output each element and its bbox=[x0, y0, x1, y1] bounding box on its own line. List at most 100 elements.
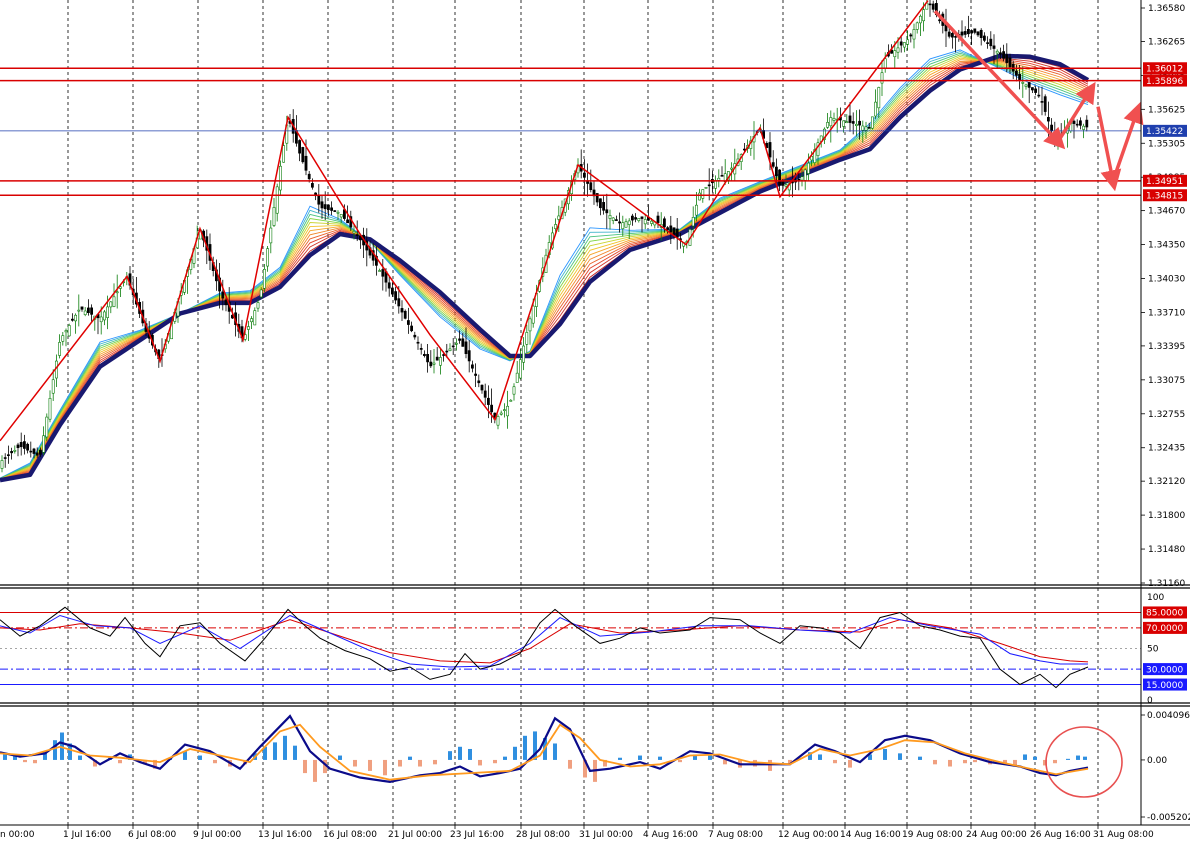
candle-body bbox=[394, 291, 398, 301]
time-tick-label: 1 Jul 16:00 bbox=[63, 830, 112, 840]
candle-body bbox=[893, 50, 897, 58]
candle-body bbox=[458, 338, 462, 341]
price-tick-label: 1.32435 bbox=[1148, 444, 1185, 454]
candle-body bbox=[99, 316, 103, 323]
candle-body bbox=[1075, 123, 1079, 126]
macd-histogram-bar bbox=[398, 759, 402, 767]
candle-body bbox=[0, 460, 4, 469]
candle-body bbox=[842, 120, 846, 127]
candle-body bbox=[109, 301, 113, 308]
candle-body bbox=[768, 142, 772, 158]
candle-body bbox=[381, 269, 385, 277]
candle-body bbox=[918, 15, 922, 24]
forex-chart[interactable]: 1.365801.362651.359451.356251.353051.349… bbox=[0, 0, 1190, 842]
candle-body bbox=[67, 325, 71, 337]
candle-body bbox=[422, 353, 426, 356]
candle-body bbox=[247, 326, 250, 330]
price-tick-label: 1.34030 bbox=[1148, 275, 1185, 285]
candle-body bbox=[390, 287, 394, 295]
candle-body bbox=[250, 318, 254, 323]
candle-body bbox=[410, 325, 414, 332]
candle-body bbox=[90, 307, 94, 315]
macd-histogram-bar bbox=[418, 759, 422, 767]
candle-body bbox=[598, 198, 602, 209]
candle-body bbox=[1005, 54, 1009, 63]
candle-body bbox=[522, 345, 526, 363]
candle-body bbox=[720, 175, 724, 177]
candle-body bbox=[662, 218, 666, 228]
price-tick-label: 1.32120 bbox=[1148, 477, 1185, 487]
candle-body bbox=[963, 31, 967, 35]
candle-body bbox=[717, 177, 721, 181]
candle-body bbox=[298, 140, 302, 154]
candle-body bbox=[992, 45, 996, 49]
stoch-level-tag-label: 85.0000 bbox=[1146, 609, 1183, 619]
candle-body bbox=[275, 186, 279, 214]
macd-tick-label: 0.00 bbox=[1147, 756, 1167, 766]
macd-histogram-bar bbox=[898, 753, 902, 760]
candle-body bbox=[339, 214, 343, 218]
candle-body bbox=[656, 215, 660, 224]
candle-body bbox=[262, 268, 266, 289]
candle-body bbox=[35, 452, 39, 456]
candle-body bbox=[282, 145, 286, 163]
candle-body bbox=[518, 359, 522, 379]
candle-body bbox=[1047, 117, 1050, 122]
macd-histogram-bar bbox=[1066, 758, 1070, 760]
candle-body bbox=[74, 314, 78, 322]
candle-body bbox=[45, 416, 49, 438]
candle-body bbox=[614, 219, 618, 221]
candle-body bbox=[669, 225, 673, 233]
macd-histogram-bar bbox=[23, 759, 27, 763]
stoch-tick-label: 50 bbox=[1147, 645, 1159, 655]
macd-histogram-bar bbox=[338, 755, 342, 760]
macd-histogram-bar bbox=[273, 742, 277, 760]
macd-histogram-bar bbox=[1033, 756, 1037, 760]
candle-body bbox=[1018, 73, 1022, 80]
candle-body bbox=[1002, 51, 1006, 59]
macd-histogram-bar bbox=[708, 755, 712, 760]
candle-body bbox=[317, 195, 321, 205]
candle-body bbox=[650, 220, 654, 224]
time-tick-label: 9 Jul 00:00 bbox=[193, 830, 242, 840]
candle-body bbox=[621, 222, 625, 230]
candle-body bbox=[832, 118, 836, 121]
candle-body bbox=[966, 29, 970, 35]
candle-body bbox=[870, 116, 874, 129]
candle-body bbox=[979, 29, 983, 38]
candle-body bbox=[557, 215, 561, 220]
candle-body bbox=[1034, 88, 1038, 93]
candle-body bbox=[643, 219, 647, 225]
candle-body bbox=[1072, 120, 1076, 124]
candle-body bbox=[774, 166, 778, 177]
time-tick-label: 13 Jul 16:00 bbox=[258, 830, 312, 840]
candle-body bbox=[103, 311, 106, 321]
candle-body bbox=[259, 289, 263, 298]
candle-body bbox=[419, 348, 423, 350]
candle-body bbox=[1021, 82, 1025, 84]
candle-body bbox=[438, 357, 442, 366]
price-level-tag-label: 1.36012 bbox=[1146, 64, 1183, 74]
candle-body bbox=[605, 209, 609, 214]
candle-body bbox=[301, 147, 305, 163]
candle-body bbox=[858, 120, 862, 126]
candle-body bbox=[915, 22, 919, 30]
candle-body bbox=[851, 121, 855, 124]
candle-body bbox=[445, 350, 449, 353]
candle-body bbox=[253, 310, 257, 326]
macd-tick-label: 0.0040965 bbox=[1147, 711, 1190, 721]
candle-body bbox=[806, 162, 810, 174]
macd-histogram-bar bbox=[933, 759, 937, 765]
candle-body bbox=[877, 87, 881, 109]
candle-body bbox=[1050, 124, 1054, 131]
price-tick-label: 1.32755 bbox=[1148, 410, 1185, 420]
candle-body bbox=[531, 305, 535, 324]
candle-body bbox=[848, 115, 852, 123]
candle-body bbox=[461, 338, 465, 347]
candle-body bbox=[618, 221, 622, 224]
candle-body bbox=[829, 117, 833, 127]
candle-body bbox=[77, 309, 81, 312]
candle-body bbox=[854, 123, 858, 126]
candle-body bbox=[16, 444, 20, 449]
macd-histogram-bar bbox=[448, 751, 452, 760]
